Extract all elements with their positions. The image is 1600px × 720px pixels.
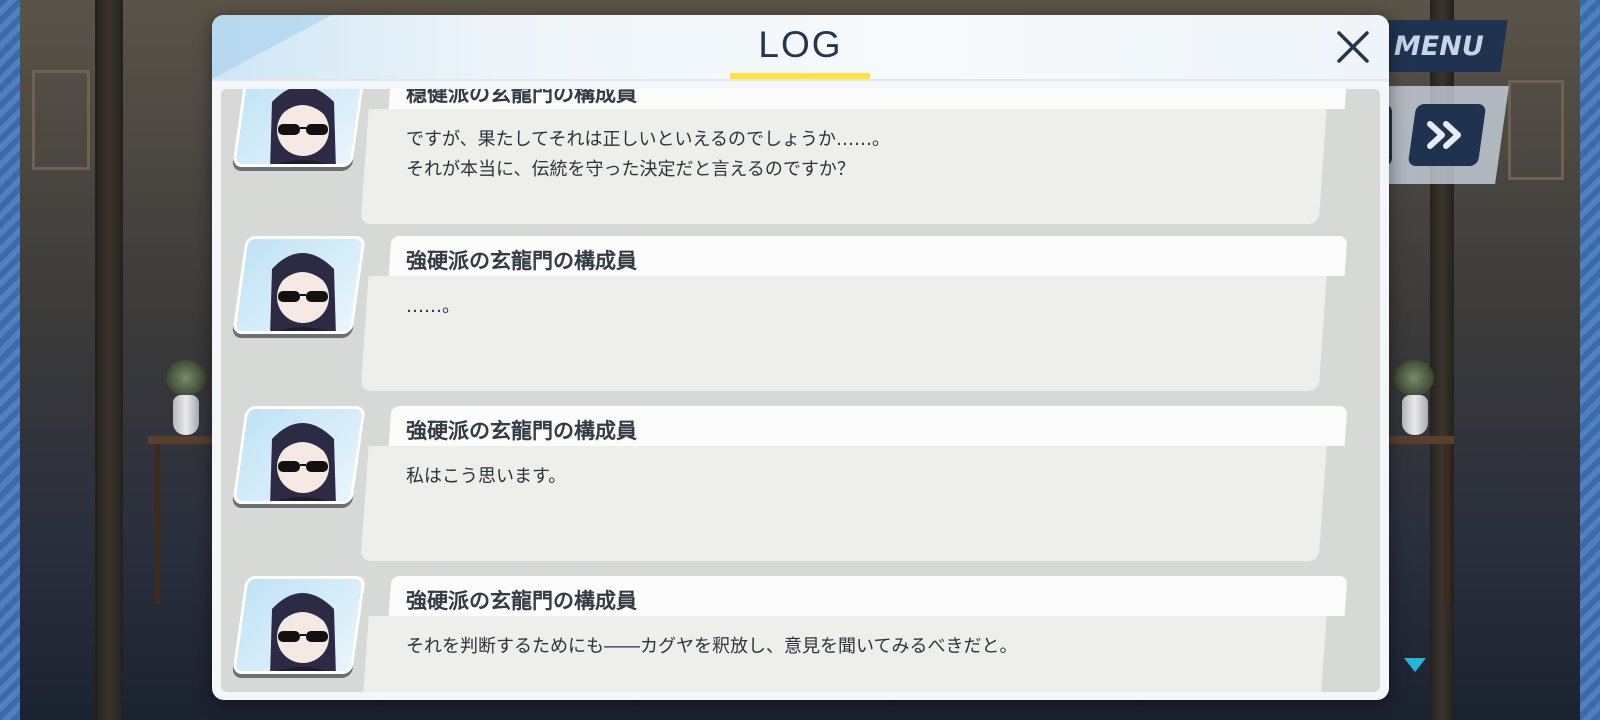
log-scroll-area[interactable]: 穏健派の玄龍門の構成員 ですが、果たしてそれは正しいといえるのでしょうか……。 …: [221, 89, 1380, 692]
dialogue-line: ですが、果たしてそれは正しいといえるのでしょうか……。: [406, 129, 891, 150]
plant-left: [166, 360, 206, 396]
table-leg: [154, 444, 160, 604]
dialogue-line: それが本当に、伝統を守った決定だと言えるのですか？: [406, 159, 855, 180]
dialog-title: LOG: [758, 24, 843, 65]
pillar-left: [95, 0, 123, 720]
character-avatar: [262, 253, 342, 334]
speaker-name: 強硬派の玄龍門の構成員: [406, 419, 637, 443]
log-entry: 強硬派の玄龍門の構成員 それを判断するためにも――カグヤを釈放し、意見を聞いてみ…: [221, 576, 1380, 692]
dialogue-text: ……。: [406, 292, 460, 322]
speaker-name: 強硬派の玄龍門の構成員: [406, 249, 637, 273]
dialog-header: LOG: [212, 15, 1389, 81]
table-left: [148, 436, 212, 444]
vase-right: [1402, 395, 1428, 435]
dialogue-text: 私はこう思います。: [406, 462, 566, 492]
speaker-portrait: [232, 89, 366, 167]
speaker-name: 穏健派の玄龍門の構成員: [406, 89, 637, 106]
character-avatar: [262, 423, 342, 504]
plant-right: [1394, 360, 1434, 396]
character-avatar: [262, 89, 342, 167]
dialogue-text: それを判断するためにも――カグヤを釈放し、意見を聞いてみるべきだと。: [406, 632, 1017, 662]
log-dialog: LOG 穏健派の玄龍門の構成員 ですが、果たしてそれは正しいといえるのでしょうか…: [212, 15, 1389, 700]
speaker-name: 強硬派の玄龍門の構成員: [406, 589, 637, 613]
character-avatar: [262, 593, 342, 674]
log-entry: 強硬派の玄龍門の構成員 私はこう思います。: [221, 406, 1380, 566]
speaker-portrait: [232, 406, 366, 504]
right-border-stripe: [1580, 0, 1600, 720]
left-border-stripe: [0, 0, 20, 720]
lattice-panel-left: [32, 70, 90, 170]
dialogue-line: 私はこう思います。: [406, 466, 567, 487]
close-icon: [1337, 31, 1369, 63]
log-entry: 穏健派の玄龍門の構成員 ですが、果たしてそれは正しいといえるのでしょうか……。 …: [221, 89, 1380, 229]
fast-forward-button[interactable]: [1407, 104, 1487, 166]
lattice-panel-right: [1508, 80, 1564, 180]
fast-forward-icon: [1427, 121, 1461, 149]
dialogue-text: ですが、果たしてそれは正しいといえるのでしょうか……。 それが本当に、伝統を守っ…: [406, 125, 890, 185]
speaker-portrait: [232, 576, 366, 674]
title-underline: [730, 73, 870, 79]
dialogue-line: それを判断するためにも――カグヤを釈放し、意見を聞いてみるべきだと。: [406, 636, 1018, 657]
vase-left: [173, 395, 199, 435]
dialogue-line: ……。: [406, 296, 460, 317]
log-entry: 強硬派の玄龍門の構成員 ……。: [221, 236, 1380, 396]
table-leg: [1444, 444, 1450, 604]
table-right: [1388, 436, 1454, 444]
speaker-portrait: [232, 236, 366, 334]
close-button[interactable]: [1329, 23, 1377, 71]
triangle-down-icon: [1404, 658, 1426, 672]
menu-label: MENU: [1394, 30, 1484, 62]
